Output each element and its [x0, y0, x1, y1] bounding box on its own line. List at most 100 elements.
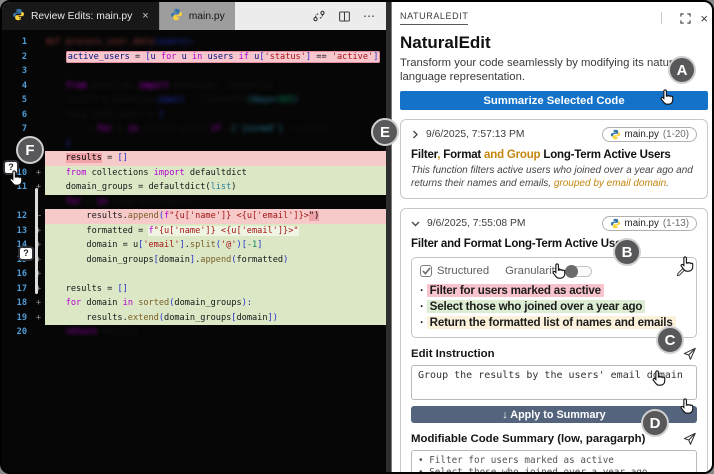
code-text: return results	[65, 327, 139, 337]
code-line[interactable]: 20 return results	[2, 325, 386, 340]
close-tab-icon[interactable]: ×	[142, 10, 148, 22]
tab-main-py[interactable]: main.py	[158, 2, 235, 30]
send-summary-icon[interactable]	[683, 432, 697, 446]
editor-tab-bar: Review Edits: main.py × main.py ⋯	[2, 2, 386, 30]
restore-icon[interactable]	[680, 12, 692, 24]
summary-bullet[interactable]: · Select those who joined over a year ago	[420, 300, 688, 314]
hand-cursor-icon	[7, 169, 26, 193]
line-number: 19	[16, 312, 27, 323]
summary-line: • Select those who joined over a year ag…	[418, 467, 648, 474]
tab-review-edits[interactable]: Review Edits: main.py ×	[2, 2, 159, 30]
code-line[interactable]: 15+ domain_groups[domain].append(formatt…	[2, 252, 386, 267]
python-icon	[170, 8, 183, 24]
code-line[interactable]: 9– results = []	[2, 151, 386, 166]
line-number: 20	[16, 327, 27, 337]
naturaledit-panel: NATURALEDIT × NaturalEdit Transform your…	[392, 2, 712, 474]
panel-description: Transform your code seamlessly by modify…	[400, 57, 682, 83]
summary-title: Filter and Format Long-Term Active Users	[411, 238, 632, 250]
code-text: results = []	[45, 281, 386, 296]
line-number: 18	[16, 298, 27, 308]
badge-file: main.py	[624, 129, 659, 140]
summary-description: This function filters active users who j…	[411, 165, 693, 189]
send-instruction-icon[interactable]	[683, 347, 697, 361]
chevron-right-icon[interactable]	[411, 130, 419, 139]
line-number: 2	[21, 51, 27, 62]
code-line[interactable]: 4 from datetime import datetime, timedel…	[2, 79, 386, 94]
close-icon[interactable]: ×	[700, 11, 708, 26]
code-text	[45, 267, 386, 282]
app-window: Review Edits: main.py × main.py ⋯ 1 def p…	[0, 0, 714, 474]
code-text: u for u in active_users if u['joined'] <…	[45, 124, 330, 134]
summary-bullet[interactable]: · Filter for users marked as active	[420, 284, 688, 298]
question-cursor-icon[interactable]: ?	[18, 246, 34, 261]
code-line[interactable]: 14 + domain = u['email'].split('@')[-1]	[2, 238, 386, 253]
split-editor-icon[interactable]	[338, 10, 351, 23]
diff-marker: +	[35, 312, 42, 323]
code-line[interactable]: 6 long_term_users = [	[2, 108, 386, 123]
badge-range: (1-20)	[662, 129, 689, 140]
granularity-toggle[interactable]	[565, 264, 593, 278]
code-line[interactable]: 19 + results.extend(domain_groups[domain]…	[2, 310, 386, 325]
code-line[interactable]: 3	[2, 64, 386, 79]
python-icon	[610, 218, 620, 229]
file-range-badge[interactable]: main.py (1-13)	[601, 216, 697, 231]
line-number: 16	[16, 269, 27, 279]
line-number: 13	[16, 225, 27, 236]
code-line[interactable]: 8 ]	[2, 137, 386, 152]
code-line[interactable]: 18 + for domain in sorted(domain_groups):	[2, 296, 386, 311]
code-text: def process_user_data(users):	[45, 37, 196, 47]
diff-marker: +	[35, 269, 42, 279]
annotation-d: D	[641, 409, 669, 437]
code-line[interactable]: for u in long_term_users:	[2, 195, 386, 210]
hand-cursor-icon	[678, 255, 697, 279]
diff-marker	[32, 79, 45, 94]
code-line[interactable]: 1 def process_user_data(users):	[2, 35, 386, 50]
hand-cursor-icon	[550, 262, 569, 286]
more-actions-icon[interactable]: ⋯	[363, 9, 376, 23]
structured-checkbox[interactable]	[420, 265, 432, 277]
panel-view-title: NATURALEDIT	[400, 11, 469, 25]
editor-pane: Review Edits: main.py × main.py ⋯ 1 def p…	[2, 2, 386, 472]
code-line[interactable]: 11 + domain_groups = defaultdict(list)	[2, 180, 386, 195]
code-text: results.extend(domain_groups[domain])	[45, 310, 386, 325]
code-line[interactable]: 7 u for u in active_users if u['joined']…	[2, 122, 386, 137]
line-number: 17	[16, 283, 27, 294]
edit-instruction-label: Edit Instruction	[411, 348, 495, 360]
card-timestamp: 9/6/2025, 7:57:13 PM	[426, 129, 525, 140]
code-line[interactable]: 5 cutoff = datetime.now() - timedelta(da…	[2, 93, 386, 108]
code-line[interactable]: 13 + formatted = f"{u['name']} <{u['email…	[2, 223, 386, 238]
line-number: 4	[21, 80, 27, 91]
summary-title: Filter, Format and Group Long-Term Activ…	[411, 149, 671, 161]
line-number: 3	[21, 66, 27, 76]
structured-label: Structured	[437, 265, 490, 277]
badge-range: (1-13)	[662, 218, 689, 229]
code-text: from datetime import datetime, timedelta	[65, 80, 273, 91]
code-text: ]	[65, 138, 71, 149]
python-icon	[610, 129, 620, 140]
code-line[interactable]: 10 + from collections import defaultdict	[2, 165, 386, 180]
line-number: 6	[21, 109, 27, 120]
diff-editor[interactable]: 1 def process_user_data(users): 2 active_u…	[2, 30, 386, 472]
code-line[interactable]: 17 + results = []	[2, 281, 386, 296]
diff-marker	[32, 64, 45, 79]
code-line[interactable]: 16 +	[2, 267, 386, 282]
file-range-badge[interactable]: main.py (1-20)	[601, 127, 697, 142]
summary-bullet[interactable]: · Return the formatted list of names and …	[420, 316, 688, 330]
card-timestamp: 9/6/2025, 7:55:08 PM	[427, 218, 526, 229]
code-text: domain_groups[domain].append(formatted)	[45, 252, 386, 267]
code-line[interactable]: 12– results.append(f"{u['name']} <{u['em…	[2, 209, 386, 224]
modifiable-summary-box[interactable]: • Filter for users marked as active • Se…	[411, 450, 697, 474]
diff-marker: +	[35, 283, 42, 294]
badge-file: main.py	[624, 218, 659, 229]
line-number: 1	[21, 37, 27, 47]
annotation-a: A	[668, 56, 696, 84]
diff-marker: +	[35, 225, 42, 236]
chevron-down-icon[interactable]	[411, 220, 420, 228]
selected-code-highlight: active_users = [u for u in users if u['s…	[65, 50, 381, 63]
code-line[interactable]: 2 active_users = [u for u in users if u[…	[2, 50, 386, 65]
code-text: long_term_users = [	[45, 109, 165, 120]
code-text: results.append(f"{u['name']} <{u['email'…	[45, 209, 386, 224]
open-changes-icon[interactable]	[312, 9, 326, 23]
structured-bullet-list[interactable]: · Filter for users marked as active · Selec…	[420, 284, 688, 330]
tab-label: Review Edits: main.py	[31, 10, 133, 22]
